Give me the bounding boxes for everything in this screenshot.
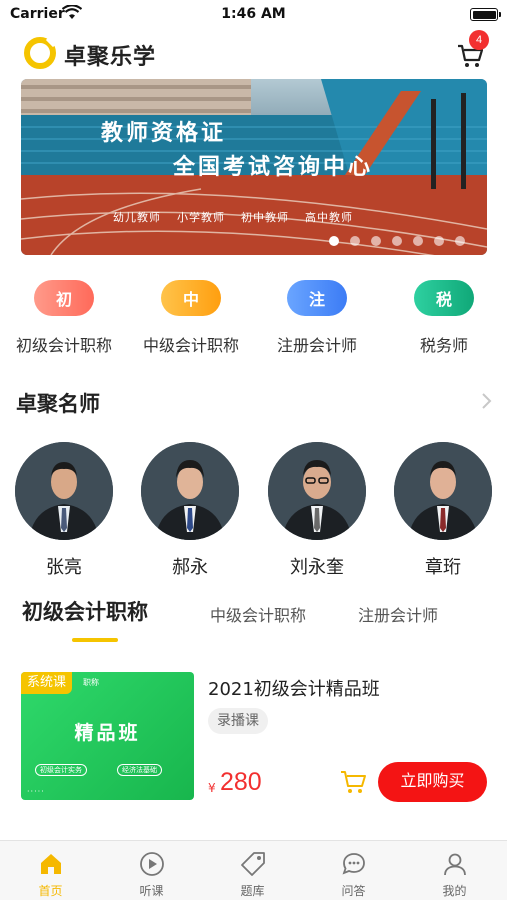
banner-dot[interactable] bbox=[455, 236, 465, 246]
tab-zhuce[interactable]: 注册会计师 bbox=[358, 602, 438, 626]
tab-indicator bbox=[72, 638, 118, 642]
banner-level-label: 高中教师 bbox=[305, 211, 353, 224]
thumb-tag-small: 职称 bbox=[83, 678, 99, 687]
course-tabs: 初级会计职称 中级会计职称 注册会计师 bbox=[0, 594, 507, 642]
thumb-tag: 系统课 bbox=[21, 672, 73, 694]
nav-profile[interactable]: 我的 bbox=[404, 841, 505, 900]
category-grid: 初 初级会计职称 中 中级会计职称 注 注册会计师 税 税务师 bbox=[0, 280, 507, 360]
teacher-card[interactable]: 章珩 bbox=[393, 442, 493, 579]
category-label: 中级会计职称 bbox=[142, 336, 239, 355]
banner-subtitle: 全国考试咨询中心 bbox=[173, 155, 374, 180]
banner-levels: 幼儿教师 小学教师 初中教师 高中教师 bbox=[113, 209, 353, 225]
nav-label: 题库 bbox=[240, 884, 265, 898]
banner-dot[interactable] bbox=[434, 236, 444, 246]
course-type-tag: 录播课 bbox=[208, 708, 268, 734]
user-icon bbox=[444, 853, 466, 876]
thumb-title: 精品班 bbox=[74, 722, 141, 744]
banner-dot[interactable] bbox=[392, 236, 402, 246]
banner-dot[interactable] bbox=[413, 236, 423, 246]
course-title: 2021初级会计精品班 bbox=[208, 679, 380, 700]
tag-icon bbox=[241, 852, 265, 876]
category-zhongji[interactable]: 中 中级会计职称 bbox=[128, 280, 254, 356]
teacher-card[interactable]: 刘永奎 bbox=[267, 442, 367, 579]
category-badge: 中 bbox=[161, 280, 221, 316]
battery-icon bbox=[470, 8, 501, 21]
add-to-cart-icon[interactable] bbox=[338, 766, 368, 796]
course-thumbnail: 系统课 职称 精品班 初级会计实务 经济法基础 ····· bbox=[21, 672, 194, 800]
promo-banner[interactable]: 教师资格证 全国考试咨询中心 幼儿教师 小学教师 初中教师 高中教师 bbox=[21, 79, 487, 255]
teacher-name: 章珩 bbox=[425, 557, 461, 578]
thumb-chip: 经济法基础 bbox=[117, 764, 162, 776]
nav-qa[interactable]: 问答 bbox=[303, 841, 404, 900]
avatar bbox=[394, 442, 492, 540]
category-chuji[interactable]: 初 初级会计职称 bbox=[1, 280, 127, 356]
nav-home[interactable]: 首页 bbox=[0, 841, 101, 900]
tab-chuji[interactable]: 初级会计职称 bbox=[22, 596, 148, 626]
category-label: 税务师 bbox=[419, 336, 468, 355]
app-name: 卓聚乐学 bbox=[64, 45, 157, 70]
chevron-right-icon[interactable] bbox=[479, 391, 493, 411]
thumb-chip: 初级会计实务 bbox=[35, 764, 87, 776]
avatar bbox=[15, 442, 113, 540]
price-currency: ¥ bbox=[208, 781, 216, 795]
nav-listen[interactable]: 听课 bbox=[101, 841, 202, 900]
logo-icon bbox=[24, 37, 56, 69]
nav-questions[interactable]: 题库 bbox=[202, 841, 303, 900]
banner-dot[interactable] bbox=[371, 236, 381, 246]
category-zhuce[interactable]: 注 注册会计师 bbox=[254, 280, 380, 356]
nav-label: 我的 bbox=[442, 884, 467, 898]
banner-pagination[interactable] bbox=[329, 236, 465, 246]
category-badge: 税 bbox=[414, 280, 474, 316]
section-title-teachers: 卓聚名师 bbox=[16, 392, 100, 416]
cart-badge: 4 bbox=[469, 30, 489, 50]
status-bar: Carrier 1:46 AM bbox=[0, 0, 507, 30]
banner-dot[interactable] bbox=[350, 236, 360, 246]
teacher-card[interactable]: 郝永 bbox=[140, 442, 240, 579]
category-shuiwu[interactable]: 税 税务师 bbox=[381, 280, 507, 356]
home-icon bbox=[41, 854, 61, 874]
teacher-name: 张亮 bbox=[46, 557, 82, 578]
app-header: 卓聚乐学 4 bbox=[0, 30, 507, 76]
banner-level-label: 初中教师 bbox=[241, 211, 289, 224]
teacher-name: 刘永奎 bbox=[290, 557, 344, 578]
category-badge: 初 bbox=[34, 280, 94, 316]
banner-dot[interactable] bbox=[329, 236, 339, 246]
thumb-dots: ····· bbox=[27, 787, 45, 796]
teacher-card[interactable]: 张亮 bbox=[14, 442, 114, 579]
play-icon bbox=[140, 852, 164, 876]
banner-level-label: 小学教师 bbox=[177, 211, 225, 224]
category-badge: 注 bbox=[287, 280, 347, 316]
nav-label: 首页 bbox=[38, 884, 63, 898]
banner-level-label: 幼儿教师 bbox=[113, 211, 161, 224]
bottom-nav: 首页 听课 题库 问答 我的 bbox=[0, 840, 507, 900]
clock: 1:46 AM bbox=[221, 6, 286, 22]
nav-label: 问答 bbox=[341, 884, 366, 898]
avatar bbox=[141, 442, 239, 540]
teacher-list: 张亮 郝永 刘永奎 章珩 bbox=[0, 442, 507, 582]
chat-icon bbox=[342, 853, 365, 875]
banner-title: 教师资格证 bbox=[101, 121, 227, 146]
category-label: 注册会计师 bbox=[276, 336, 357, 355]
nav-label: 听课 bbox=[139, 884, 164, 898]
course-card[interactable]: 系统课 职称 精品班 初级会计实务 经济法基础 ····· 2021初级会计精品… bbox=[0, 670, 507, 810]
avatar bbox=[268, 442, 366, 540]
teacher-name: 郝永 bbox=[172, 557, 208, 578]
buy-now-button[interactable]: 立即购买 bbox=[378, 762, 487, 802]
category-label: 初级会计职称 bbox=[15, 336, 112, 355]
course-price: 280 bbox=[220, 768, 262, 796]
tab-zhongji[interactable]: 中级会计职称 bbox=[210, 602, 306, 626]
